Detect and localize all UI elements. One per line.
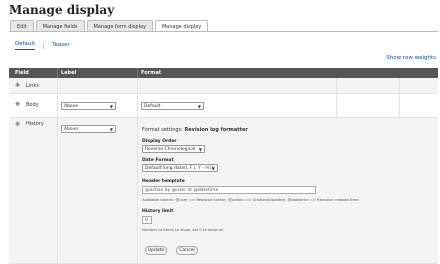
chevron-down-icon: ▼ <box>109 104 113 109</box>
subtab-default[interactable]: Default <box>15 41 36 50</box>
field-name: History <box>26 121 44 127</box>
history-limit-description: Number of items to show, set 0 to show a… <box>142 227 224 232</box>
label-select-value: Above <box>64 127 79 132</box>
drag-handle-icon[interactable]: ✥ <box>15 101 20 108</box>
cancel-button[interactable]: Cancel <box>176 246 198 255</box>
date-format-label: Date Format <box>142 158 174 163</box>
column-divider <box>336 78 337 94</box>
history-limit-label: History limit <box>142 209 174 214</box>
column-divider <box>137 94 138 118</box>
date-format-select[interactable]: Default long date(l, F j, Y - H:i) ▼ <box>142 164 218 172</box>
update-button[interactable]: Update <box>145 246 167 255</box>
history-limit-input[interactable]: 0 <box>142 216 152 224</box>
display-order-label: Display Order <box>142 139 177 144</box>
display-order-select[interactable]: Reverse Chronological ▼ <box>142 145 205 153</box>
label-select-value: Above <box>64 104 79 109</box>
tab-manage-fields[interactable]: Manage fields <box>35 20 85 31</box>
label-select[interactable]: Above ▼ <box>61 125 116 133</box>
table-header: Field Label Format <box>9 68 438 78</box>
column-divider <box>57 78 58 94</box>
header-field: Field <box>15 70 29 76</box>
chevron-down-icon: ▼ <box>197 104 201 109</box>
date-format-value: Default long date(l, F j, Y - H:i) <box>145 166 214 171</box>
header-template-input[interactable]: @action by @user at @datetime <box>142 186 316 194</box>
label-select[interactable]: Above ▼ <box>61 102 116 110</box>
page-title: Manage display <box>9 3 115 17</box>
chevron-down-icon: ▼ <box>211 166 215 171</box>
secondary-tabs: Default Teaser <box>15 41 70 50</box>
drag-handle-icon[interactable]: ✥ <box>15 82 20 89</box>
column-divider <box>399 94 400 118</box>
field-name: Links <box>26 83 39 89</box>
subtab-teaser[interactable]: Teaser <box>52 42 70 50</box>
subtab-separator <box>43 42 45 49</box>
column-divider <box>137 78 138 94</box>
chevron-down-icon: ▼ <box>198 147 202 152</box>
display-order-value: Reverse Chronological <box>145 147 196 152</box>
table-row: ✥ Body Above ▼ Default ▼ <box>9 94 438 118</box>
header-template-description: Available tokens: @user => Revision auth… <box>142 197 359 202</box>
show-row-weights-link[interactable]: Show row weights <box>386 55 436 61</box>
format-select[interactable]: Default ▼ <box>141 102 204 110</box>
header-label: Label <box>61 70 77 76</box>
column-divider <box>399 78 400 94</box>
settings-title: Format settings: Revision log formatter <box>142 127 248 133</box>
column-divider <box>137 118 138 264</box>
table-row: ✥ Links <box>9 78 438 94</box>
settings-formatter-name: Revision log formatter <box>184 127 248 133</box>
tab-manage-form-display[interactable]: Manage form display <box>86 20 153 31</box>
header-format: Format <box>141 70 162 76</box>
drag-handle-icon[interactable]: ✥ <box>15 121 20 128</box>
header-separator <box>57 68 58 78</box>
field-name: Body <box>26 102 39 108</box>
tabs-divider <box>9 31 438 32</box>
tab-edit[interactable]: Edit <box>10 20 34 31</box>
column-divider <box>57 94 58 118</box>
header-template-label: Header template <box>142 179 185 184</box>
header-separator <box>137 68 138 78</box>
settings-title-prefix: Format settings: <box>142 127 183 133</box>
column-divider <box>57 118 58 264</box>
column-divider <box>336 94 337 118</box>
format-select-value: Default <box>144 104 161 109</box>
chevron-down-icon: ▼ <box>109 127 113 132</box>
